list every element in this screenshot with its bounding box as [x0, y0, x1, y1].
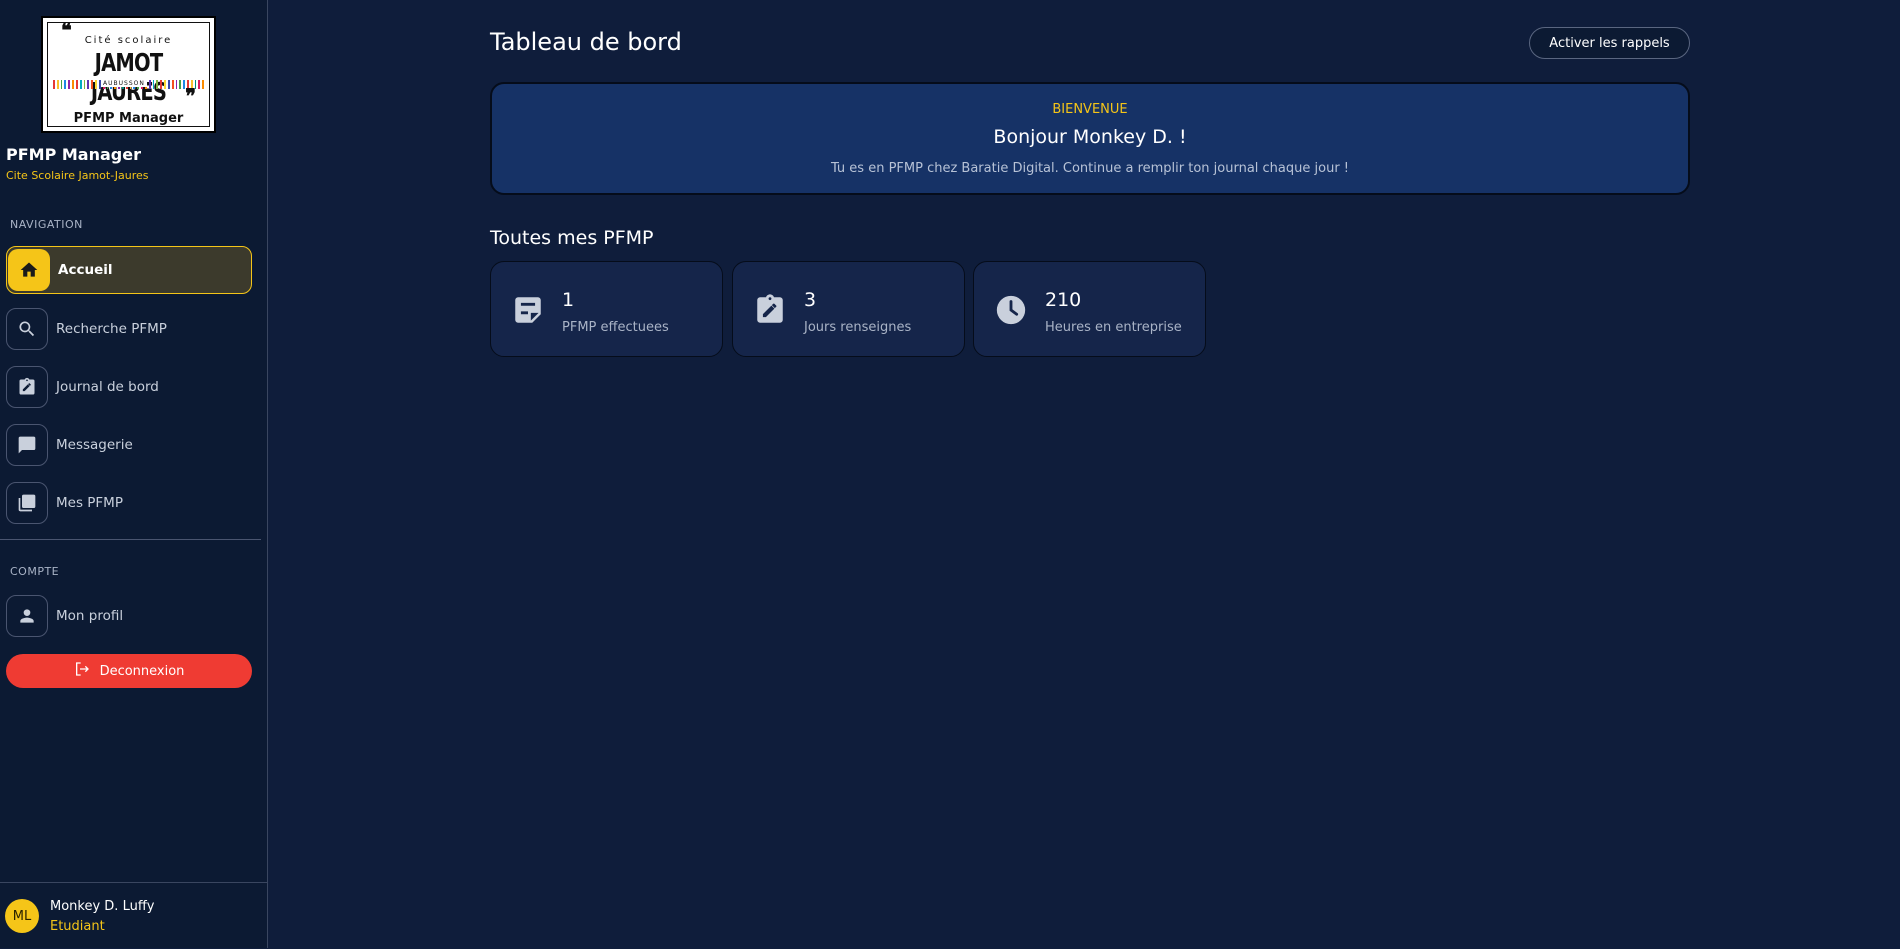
home-icon — [8, 249, 50, 291]
stat-value: 3 — [804, 289, 817, 311]
school-logo: ❝ Cité scolaire JAMOT JAURES AUBUSSON ❞ … — [41, 16, 216, 133]
chat-icon — [6, 424, 48, 466]
document-icon — [510, 292, 546, 328]
sidebar-item-journal-de-bord[interactable]: Journal de bord — [6, 363, 252, 411]
clock-icon — [993, 292, 1029, 328]
sidebar-item-label: Messagerie — [56, 437, 133, 453]
enable-reminders-button[interactable]: Activer les rappels — [1529, 27, 1690, 59]
sidebar-item-label: Recherche PFMP — [56, 321, 167, 337]
stat-value: 210 — [1045, 289, 1082, 311]
stat-value: 1 — [562, 289, 575, 311]
sidebar-item-mes-pfmp[interactable]: Mes PFMP — [6, 479, 252, 527]
stat-card-pfmp-effectuees: 1 PFMP effectuees — [490, 261, 723, 357]
user-role: Etudiant — [50, 919, 105, 934]
person-icon — [6, 595, 48, 637]
logout-label: Deconnexion — [99, 663, 185, 679]
avatar[interactable]: ML — [5, 899, 39, 933]
sidebar: ❝ Cité scolaire JAMOT JAURES AUBUSSON ❞ … — [0, 0, 268, 948]
stat-label: PFMP effectuees — [562, 320, 669, 335]
sidebar-item-label: Accueil — [58, 262, 113, 278]
clipboard-edit-icon — [6, 366, 48, 408]
current-user: ML Monkey D. Luffy Etudiant — [0, 882, 268, 949]
nav-section-label: NAVIGATION — [10, 218, 83, 231]
stat-label: Heures en entreprise — [1045, 320, 1182, 335]
logout-button[interactable]: Deconnexion — [6, 654, 252, 688]
sidebar-item-messagerie[interactable]: Messagerie — [6, 421, 252, 469]
stat-card-jours-renseignes: 3 Jours renseignes — [732, 261, 965, 357]
sidebar-item-accueil[interactable]: Accueil — [6, 246, 252, 294]
sidebar-item-label: Mes PFMP — [56, 495, 123, 511]
welcome-kicker: BIENVENUE — [1052, 102, 1128, 117]
welcome-card: BIENVENUE Bonjour Monkey D. ! Tu es en P… — [490, 82, 1690, 195]
welcome-text: Tu es en PFMP chez Baratie Digital. Cont… — [830, 161, 1350, 176]
account-section-label: COMPTE — [10, 565, 60, 578]
brand-subtitle: Cite Scolaire Jamot-Jaures — [6, 169, 149, 182]
welcome-title: Bonjour Monkey D. ! — [993, 126, 1187, 148]
user-name: Monkey D. Luffy — [50, 899, 155, 914]
page-title: Tableau de bord — [490, 28, 682, 56]
sidebar-divider — [0, 539, 261, 540]
search-icon — [6, 308, 48, 350]
folders-icon — [6, 482, 48, 524]
sidebar-item-mon-profil[interactable]: Mon profil — [6, 592, 252, 640]
stat-label: Jours renseignes — [804, 320, 912, 335]
sidebar-item-label: Journal de bord — [56, 379, 159, 395]
section-title: Toutes mes PFMP — [490, 227, 654, 249]
logout-icon — [74, 661, 90, 681]
sidebar-item-label: Mon profil — [56, 608, 124, 624]
sidebar-item-recherche-pfmp[interactable]: Recherche PFMP — [6, 305, 252, 353]
clipboard-edit-icon — [752, 292, 788, 328]
stat-card-heures-en-entreprise: 210 Heures en entreprise — [973, 261, 1206, 357]
brand-title: PFMP Manager — [6, 145, 141, 164]
